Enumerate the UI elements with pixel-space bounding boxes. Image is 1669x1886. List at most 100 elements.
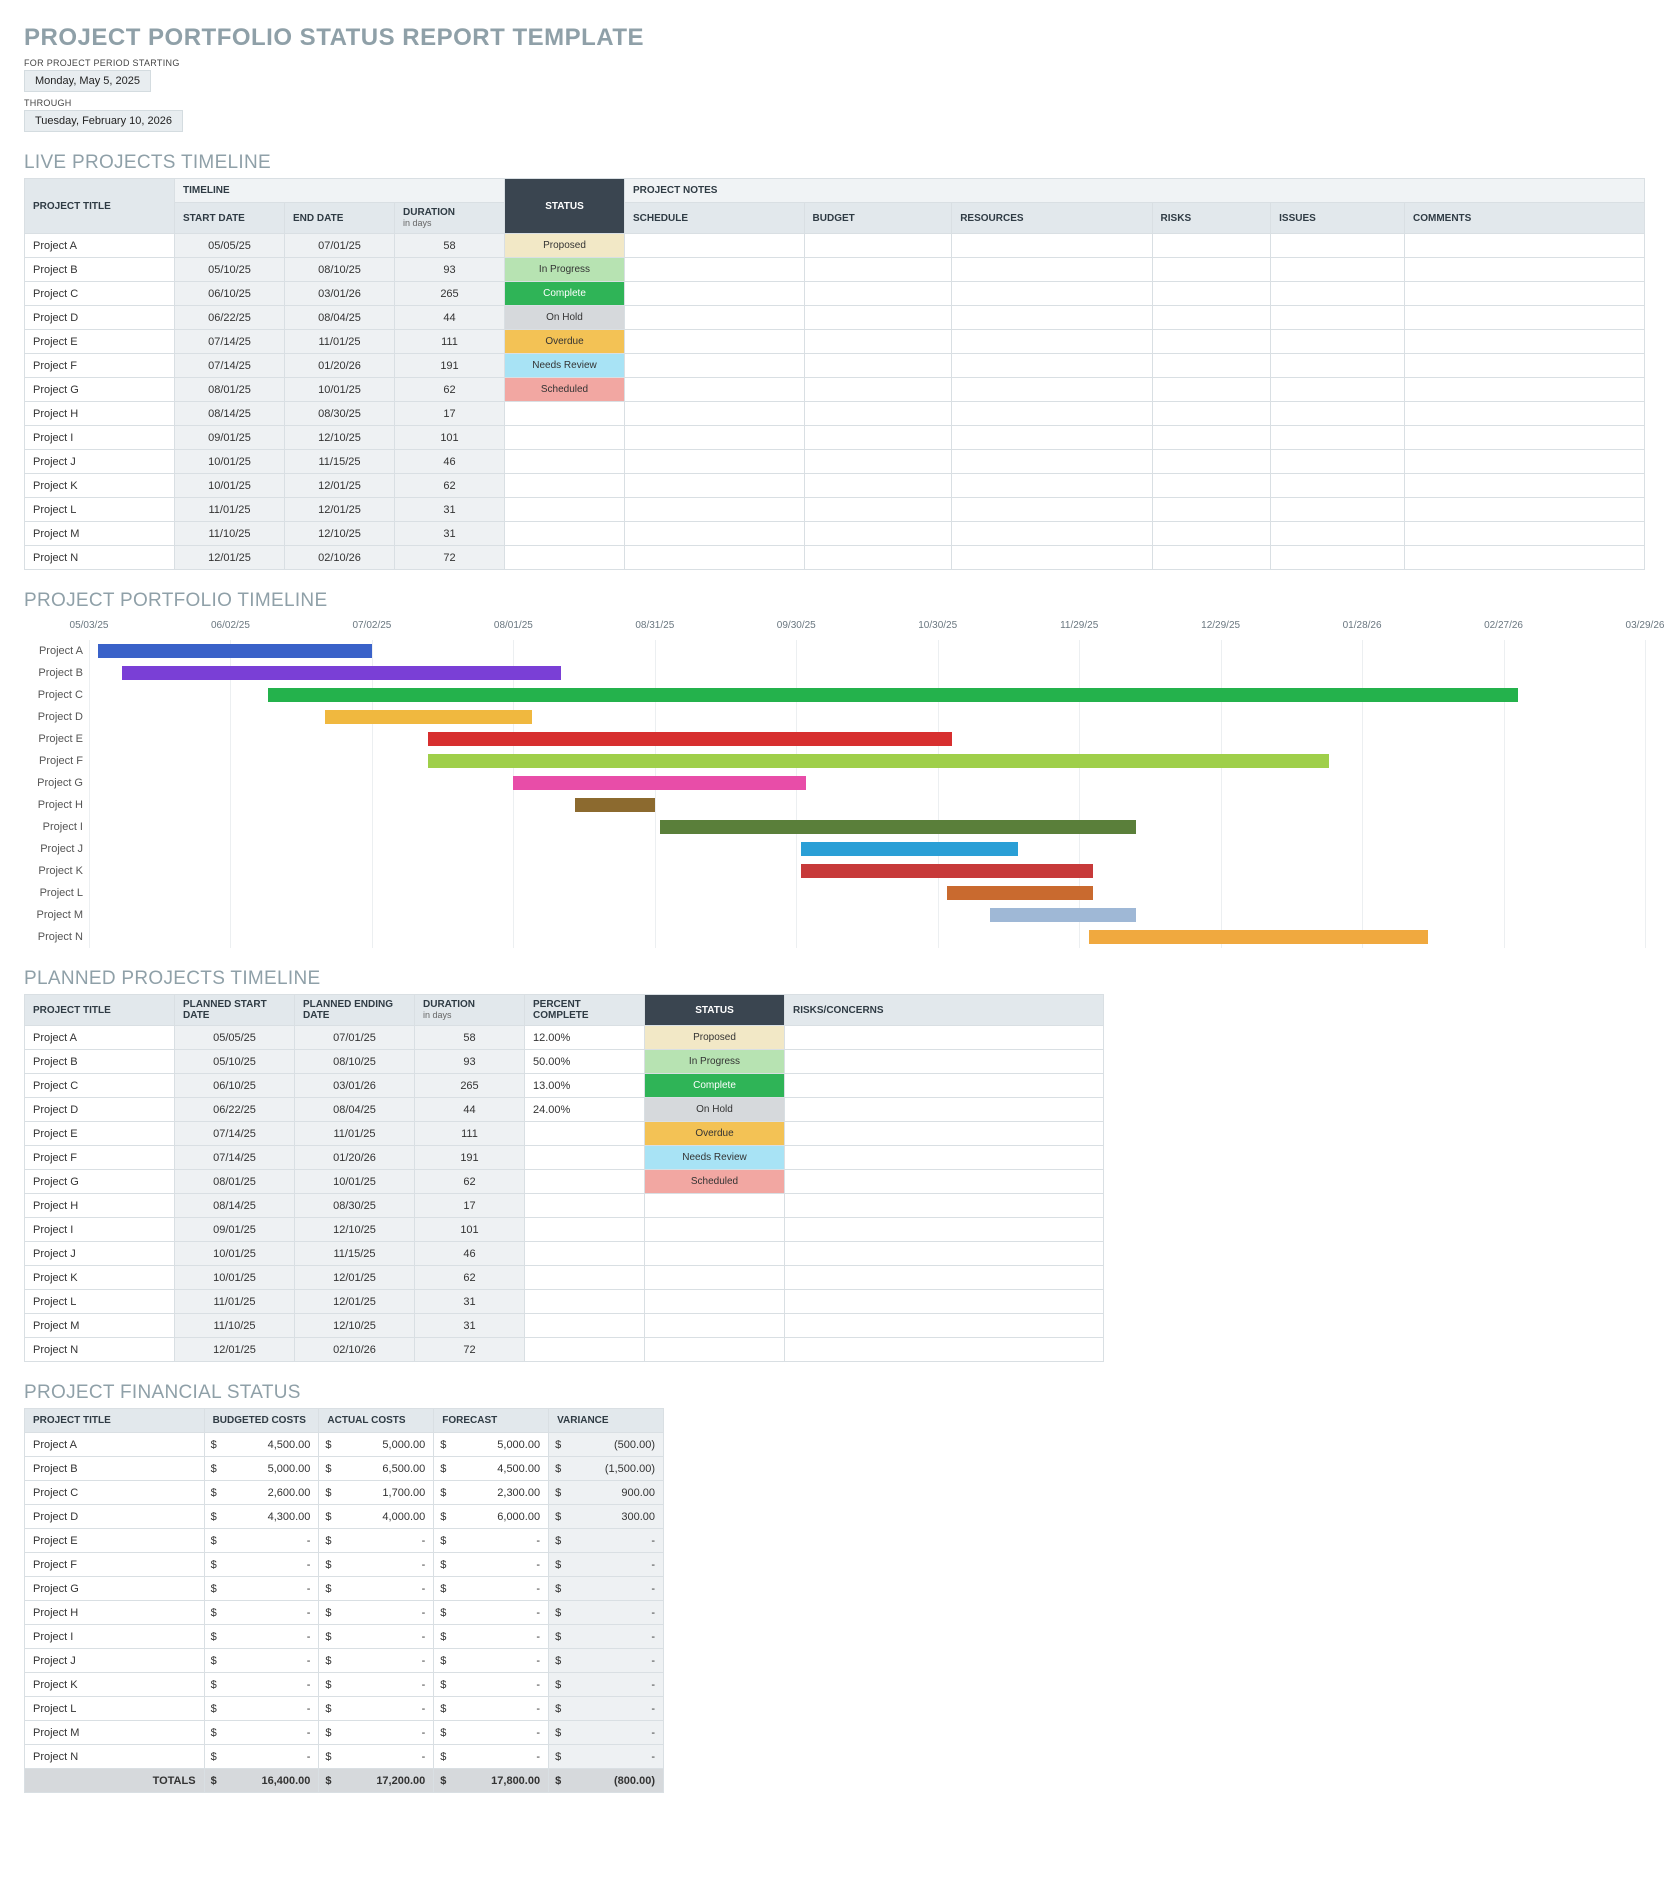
cell-status <box>505 450 625 474</box>
gantt-tick: 03/29/26 <box>1626 620 1665 631</box>
cell-status <box>505 522 625 546</box>
cell-pduration: 62 <box>415 1170 525 1194</box>
cell-title: Project K <box>25 474 175 498</box>
cell-forecast: $4,500.00 <box>434 1457 549 1481</box>
gantt-row-label: Project G <box>24 772 89 794</box>
cell-resources <box>952 474 1152 498</box>
cell-title: Project I <box>25 1218 175 1242</box>
cell-actual: $- <box>319 1745 434 1769</box>
cell-resources <box>952 402 1152 426</box>
section-live: LIVE PROJECTS TIMELINE <box>24 152 1645 174</box>
cell-budget <box>804 450 952 474</box>
cell-start: 10/01/25 <box>175 450 285 474</box>
cell-budgeted: $- <box>204 1577 319 1601</box>
th-forecast: FORECAST <box>434 1409 549 1433</box>
th-planned-end: PLANNED ENDING DATE <box>295 995 415 1026</box>
th-status-2: STATUS <box>645 995 785 1026</box>
cell-ftitle: Project B <box>25 1457 205 1481</box>
cell-ftitle: Project C <box>25 1481 205 1505</box>
cell-pct <box>525 1170 645 1194</box>
cell-schedule <box>625 354 805 378</box>
cell-end: 12/10/25 <box>285 522 395 546</box>
cell-schedule <box>625 522 805 546</box>
cell-actual: $- <box>319 1601 434 1625</box>
table-row: Project A05/05/2507/01/2558Proposed <box>25 234 1645 258</box>
cell-pstart: 08/14/25 <box>175 1194 295 1218</box>
cell-status: On Hold <box>505 306 625 330</box>
cell-comments <box>1405 330 1645 354</box>
cell-actual: $- <box>319 1697 434 1721</box>
cell-actual: $- <box>319 1649 434 1673</box>
cell-resources <box>952 498 1152 522</box>
cell-title: Project G <box>25 1170 175 1194</box>
cell-ftitle: Project N <box>25 1745 205 1769</box>
gantt-bar <box>660 820 1136 834</box>
cell-pstart: 12/01/25 <box>175 1338 295 1362</box>
cell-duration: 111 <box>395 330 505 354</box>
cell-risks <box>1152 474 1271 498</box>
table-row: Project D06/22/2508/04/2544On Hold <box>25 306 1645 330</box>
cell-pend: 10/01/25 <box>295 1170 415 1194</box>
gantt-row <box>89 882 1645 904</box>
cell-resources <box>952 354 1152 378</box>
cell-ftitle: Project G <box>25 1577 205 1601</box>
table-row: Project B$5,000.00$6,500.00$4,500.00$(1,… <box>25 1457 664 1481</box>
cell-title: Project K <box>25 1266 175 1290</box>
th-end-date: END DATE <box>285 203 395 234</box>
cell-comments <box>1405 426 1645 450</box>
gantt-tick: 09/30/25 <box>777 620 816 631</box>
page-title: PROJECT PORTFOLIO STATUS REPORT TEMPLATE <box>24 24 1645 52</box>
cell-schedule <box>625 498 805 522</box>
th-risks: RISKS <box>1152 203 1271 234</box>
table-row: Project M$-$-$-$- <box>25 1721 664 1745</box>
cell-pduration: 93 <box>415 1050 525 1074</box>
cell-resources <box>952 378 1152 402</box>
cell-pct: 13.00% <box>525 1074 645 1098</box>
cell-resources <box>952 426 1152 450</box>
cell-pstatus <box>645 1266 785 1290</box>
table-row: Project L$-$-$-$- <box>25 1697 664 1721</box>
gantt-row-label: Project C <box>24 684 89 706</box>
th-project-title-3: PROJECT TITLE <box>25 1409 205 1433</box>
cell-budgeted: $- <box>204 1673 319 1697</box>
table-row: Project A05/05/2507/01/255812.00%Propose… <box>25 1026 1104 1050</box>
cell-pstart: 10/01/25 <box>175 1242 295 1266</box>
cell-pstatus <box>645 1242 785 1266</box>
cell-issues <box>1271 402 1405 426</box>
cell-risks <box>1152 450 1271 474</box>
gantt-bar <box>990 908 1136 922</box>
cell-concerns <box>785 1170 1104 1194</box>
cell-status: Overdue <box>505 330 625 354</box>
cell-pduration: 72 <box>415 1338 525 1362</box>
table-row: Project M11/10/2512/10/2531 <box>25 1314 1104 1338</box>
cell-actual: $- <box>319 1673 434 1697</box>
cell-duration: 191 <box>395 354 505 378</box>
cell-budget <box>804 234 952 258</box>
cell-schedule <box>625 306 805 330</box>
gantt-row <box>89 838 1645 860</box>
totals-row: TOTALS$16,400.00$17,200.00$17,800.00$(80… <box>25 1769 664 1793</box>
cell-status: Scheduled <box>505 378 625 402</box>
cell-status: Proposed <box>505 234 625 258</box>
gantt-row-label: Project D <box>24 706 89 728</box>
cell-resources <box>952 522 1152 546</box>
gantt-tick: 01/28/26 <box>1343 620 1382 631</box>
cell-schedule <box>625 474 805 498</box>
cell-resources <box>952 258 1152 282</box>
cell-ftitle: Project E <box>25 1529 205 1553</box>
table-row: Project J$-$-$-$- <box>25 1649 664 1673</box>
cell-pduration: 46 <box>415 1242 525 1266</box>
gantt-row-label: Project J <box>24 838 89 860</box>
cell-issues <box>1271 498 1405 522</box>
th-budget: BUDGET <box>804 203 952 234</box>
cell-comments <box>1405 354 1645 378</box>
gantt-bar <box>947 886 1093 900</box>
cell-variance: $300.00 <box>549 1505 664 1529</box>
cell-issues <box>1271 426 1405 450</box>
cell-concerns <box>785 1314 1104 1338</box>
cell-title: Project H <box>25 1194 175 1218</box>
cell-resources <box>952 282 1152 306</box>
gantt-bar <box>1089 930 1428 944</box>
cell-status: In Progress <box>505 258 625 282</box>
cell-duration: 31 <box>395 522 505 546</box>
